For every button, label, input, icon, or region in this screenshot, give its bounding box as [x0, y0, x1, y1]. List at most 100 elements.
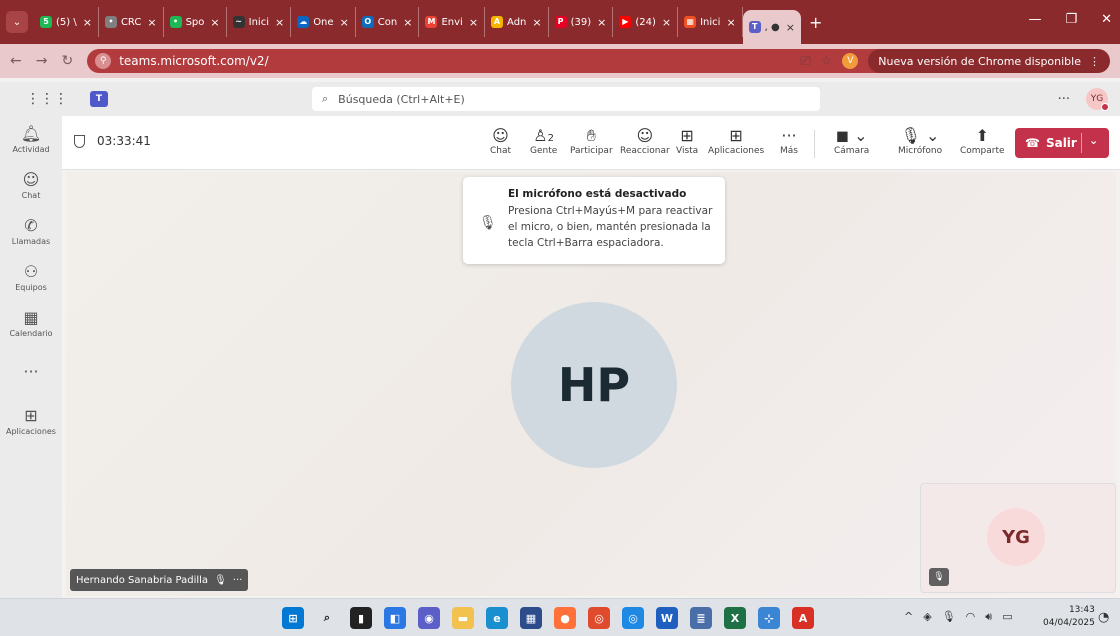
notepad-icon[interactable]: ≣ — [690, 607, 712, 629]
chrome-profile-icon[interactable]: ◎ — [622, 607, 644, 629]
reload-icon[interactable]: ↻ — [61, 53, 73, 69]
chevron-up-icon[interactable]: ^ — [904, 610, 913, 624]
edge-icon[interactable]: e — [486, 607, 508, 629]
close-tab-icon[interactable]: × — [532, 16, 541, 29]
tab-teams-active[interactable]: T , ● × — [742, 10, 801, 44]
close-tab-icon[interactable]: × — [403, 16, 412, 29]
close-tab-icon[interactable]: × — [726, 16, 735, 29]
share-button[interactable]: ⬆ Comparte — [960, 126, 1005, 156]
taskbar-clock[interactable]: 13:43 04/04/2025 — [1043, 604, 1095, 630]
leave-label: Salir — [1045, 136, 1077, 150]
task-view-icon[interactable]: ▮ — [350, 607, 372, 629]
close-window-icon[interactable]: ✕ — [1101, 12, 1112, 27]
back-icon[interactable]: ← — [10, 53, 22, 69]
store-icon[interactable]: ▦ — [520, 607, 542, 629]
chrome-icon[interactable]: ◎ — [588, 607, 610, 629]
mic-button[interactable]: 🎙︎ ⌄ Micrófono — [898, 126, 942, 156]
meeting-timer: 03:33:41 — [74, 134, 151, 148]
browser-tab[interactable]: ▶ (24) × — [613, 7, 679, 37]
rail-item[interactable]: 🔔︎ Actividad — [0, 124, 62, 154]
restore-icon[interactable]: ❐ — [1065, 12, 1077, 27]
participant-name-tag[interactable]: Hernando Sanabria Padilla 🎙︎ ··· — [70, 569, 249, 591]
network-app-icon[interactable]: ⊹ — [758, 607, 780, 629]
word-icon[interactable]: W — [656, 607, 678, 629]
rail-item[interactable]: ▦ Calendario — [0, 308, 62, 338]
search-icon[interactable]: ⌕ — [316, 607, 338, 629]
close-tab-icon[interactable]: × — [786, 21, 795, 34]
address-bar[interactable]: ⚲ teams.microsoft.com/v2/ — [87, 49, 908, 73]
toolbar-divider — [814, 130, 815, 158]
more-options-icon[interactable]: ··· — [233, 575, 243, 586]
update-chrome-button[interactable]: Nueva versión de Chrome disponible ⋮ — [868, 49, 1110, 73]
close-tab-icon[interactable]: × — [275, 16, 284, 29]
apps-button[interactable]: ⊞ Aplicaciones — [708, 126, 764, 156]
leave-button[interactable]: ☎ Salir ⌄ — [1015, 128, 1109, 158]
browser-tab[interactable]: M Envi × — [419, 7, 486, 37]
windows-start-icon[interactable]: ⊞ — [282, 607, 304, 629]
more-button[interactable]: ··· Más — [780, 126, 798, 156]
widgets-icon[interactable]: ◧ — [384, 607, 406, 629]
participant-name: Hernando Sanabria Padilla — [76, 574, 209, 586]
file-explorer-icon[interactable]: ▬ — [452, 607, 474, 629]
forward-icon[interactable]: → — [36, 53, 48, 69]
microphone-icon[interactable]: 🎙︎ — [942, 610, 956, 624]
browser-tab[interactable]: • Spo × — [164, 7, 227, 37]
profile-avatar[interactable]: V — [842, 53, 859, 69]
self-video-tile[interactable]: YG 🎙︎ — [920, 483, 1116, 593]
notification-bell-icon[interactable]: ◔ — [1098, 610, 1109, 625]
settings-more-icon[interactable]: ··· — [1058, 92, 1070, 107]
close-tab-icon[interactable]: × — [83, 16, 92, 29]
rail-item[interactable]: ··· — [0, 362, 62, 383]
browser-tab[interactable]: O Con × — [356, 7, 420, 37]
chat-icon[interactable]: ◉ — [418, 607, 440, 629]
shield-icon[interactable]: ◈ — [923, 610, 931, 624]
chevron-down-icon[interactable]: ⌄ — [1089, 134, 1098, 147]
tab-search-button[interactable]: ⌄ — [6, 11, 28, 33]
raise-hand-button[interactable]: ✋︎ Participar — [570, 126, 613, 156]
pdf-reader-icon[interactable]: A — [792, 607, 814, 629]
close-tab-icon[interactable]: × — [147, 16, 156, 29]
volume-icon[interactable]: 🔊︎ — [985, 610, 992, 624]
browser-tab[interactable]: ~ Inici × — [227, 7, 292, 37]
site-info-icon[interactable]: ⚲ — [95, 53, 112, 69]
browser-tab[interactable]: 5 (5) \ × — [34, 7, 99, 37]
camera-label: Cámara — [834, 146, 870, 156]
battery-icon[interactable]: ▭ — [1002, 610, 1012, 624]
minimize-icon[interactable]: — — [1028, 12, 1041, 27]
rail-item[interactable]: ☺ Chat — [0, 170, 62, 200]
more-icon: ··· — [23, 362, 39, 381]
teams-tab-icon: T — [748, 21, 761, 33]
close-tab-icon[interactable]: × — [469, 16, 478, 29]
browser-tab[interactable]: ☁ One × — [291, 7, 356, 37]
close-tab-icon[interactable]: × — [340, 16, 349, 29]
user-avatar[interactable]: YG — [1086, 88, 1109, 111]
cast-icon[interactable]: ⎚ — [800, 54, 810, 69]
search-input[interactable]: ⌕ Búsqueda (Ctrl+Alt+E) — [312, 87, 820, 111]
rail-item-label: Aplicaciones — [6, 427, 56, 436]
close-tab-icon[interactable]: × — [597, 16, 606, 29]
apps-icon: ⊞ — [24, 406, 38, 425]
rail-item[interactable]: ✆ Llamadas — [0, 216, 62, 246]
browser-tab[interactable]: A Adn × — [485, 7, 549, 37]
browser-tab[interactable]: ▦ Inici × — [678, 7, 743, 37]
rail-item[interactable]: ⚇ Equipos — [0, 262, 62, 292]
hang-up-icon: ☎ — [1025, 136, 1040, 150]
camera-off-icon: ◼ ⌄ — [835, 126, 868, 145]
browser-tab[interactable]: • CRC × — [99, 7, 164, 37]
people-button[interactable]: ♙2 Gente — [530, 126, 557, 156]
new-tab-button[interactable]: + — [809, 13, 822, 32]
wifi-icon[interactable]: ◠ — [966, 610, 976, 624]
firefox-icon[interactable]: ● — [554, 607, 576, 629]
browser-tab[interactable]: P (39) × — [549, 7, 614, 37]
view-button[interactable]: ⊞ Vista — [676, 126, 698, 156]
bookmark-star-icon[interactable]: ☆ — [821, 54, 833, 69]
camera-button[interactable]: ◼ ⌄ Cámara — [834, 126, 869, 156]
close-tab-icon[interactable]: × — [662, 16, 671, 29]
react-button[interactable]: ☺ Reaccionar — [620, 126, 670, 156]
close-tab-icon[interactable]: × — [210, 16, 219, 29]
chat-button[interactable]: ☺ Chat — [490, 126, 511, 156]
tab-label: Inici — [700, 16, 721, 28]
rail-item[interactable]: ⊞ Aplicaciones — [0, 406, 62, 436]
excel-icon[interactable]: X — [724, 607, 746, 629]
app-launcher-icon[interactable]: ⋮⋮⋮ — [26, 91, 68, 107]
